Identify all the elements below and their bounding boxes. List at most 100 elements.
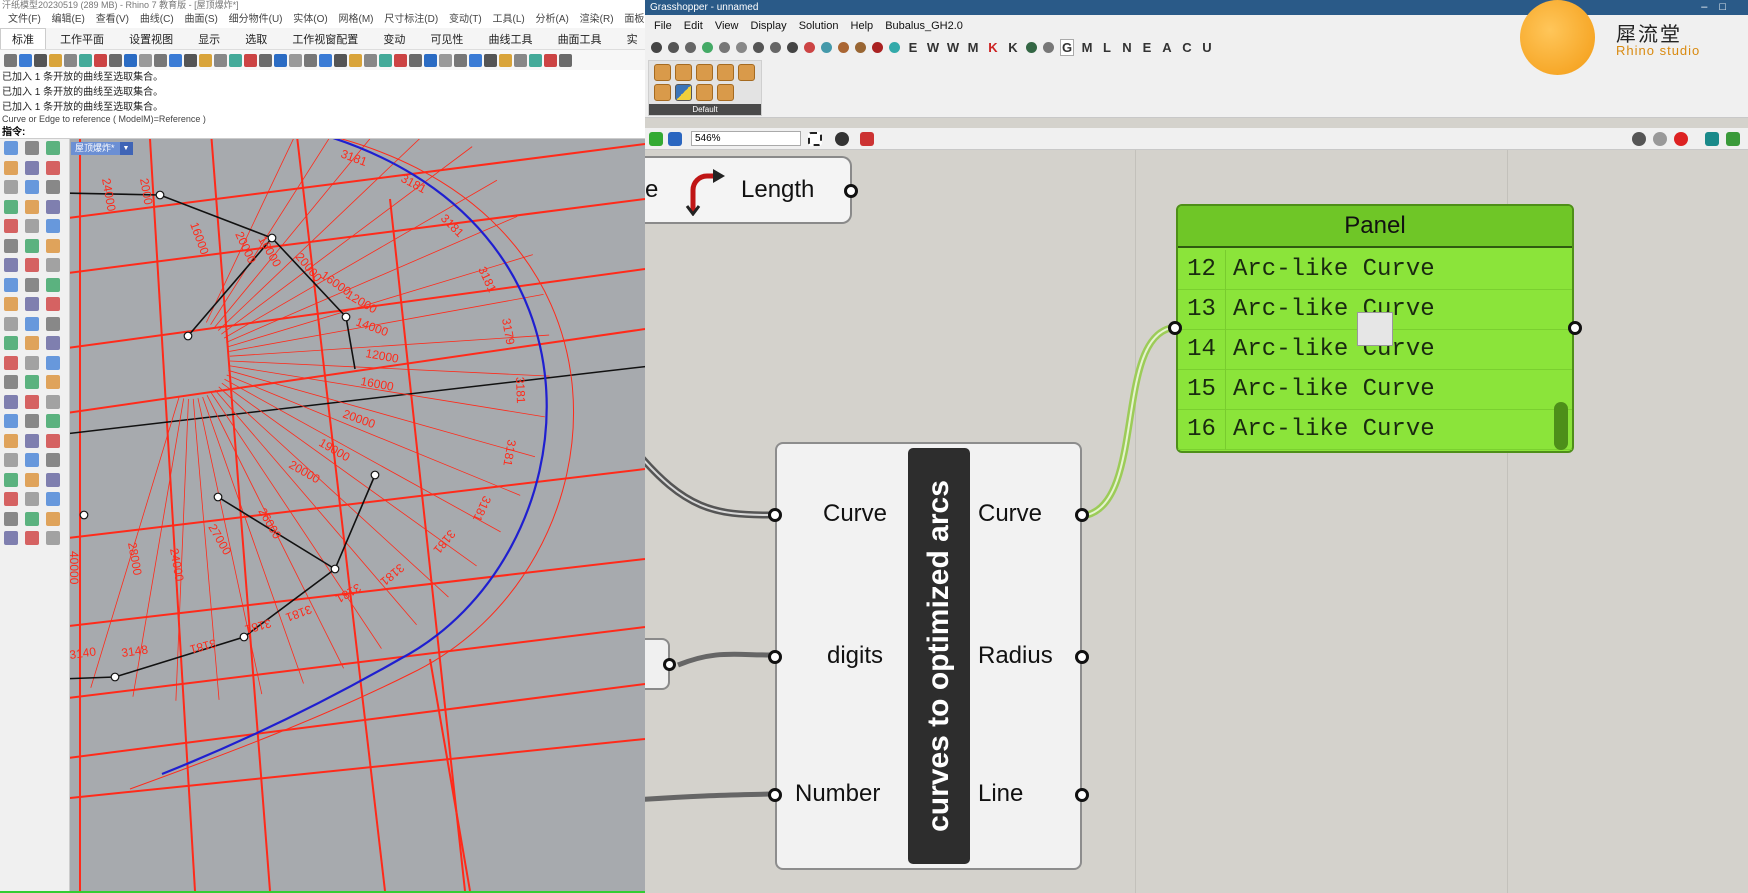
menu-mesh[interactable]: 网格(M) bbox=[339, 11, 374, 28]
sidebar-tool-icon[interactable] bbox=[4, 316, 18, 331]
tab-select[interactable]: 选取 bbox=[234, 29, 278, 49]
component-icon[interactable] bbox=[675, 64, 692, 81]
tab-visibility[interactable]: 可见性 bbox=[419, 29, 474, 49]
sidebar-tool-icon[interactable] bbox=[46, 336, 60, 350]
tab-plugin-icon[interactable] bbox=[1026, 42, 1037, 53]
menu-subd[interactable]: 细分物件(U) bbox=[229, 11, 283, 28]
sidebar-tool-icon[interactable] bbox=[46, 531, 60, 545]
sidebar-tool-icon[interactable] bbox=[4, 277, 18, 292]
tab-letter[interactable]: M bbox=[1080, 40, 1094, 55]
toolbar-tool-icon[interactable] bbox=[379, 53, 392, 67]
gh-menu-help[interactable]: Help bbox=[851, 15, 874, 37]
component-icon[interactable] bbox=[696, 64, 713, 81]
gh-menu-file[interactable]: File bbox=[654, 15, 672, 37]
tab-letter[interactable]: W bbox=[946, 40, 960, 55]
sidebar-tool-icon[interactable] bbox=[25, 492, 39, 506]
sidebar-tool-icon[interactable] bbox=[46, 355, 60, 370]
panel-input-grip[interactable] bbox=[1168, 321, 1182, 335]
sidebar-tool-icon[interactable] bbox=[4, 511, 18, 526]
toolbar-tool-icon[interactable] bbox=[559, 53, 572, 67]
sidebar-tool-icon[interactable] bbox=[46, 160, 60, 175]
sidebar-tool-icon[interactable] bbox=[25, 531, 39, 545]
sidebar-tool-icon[interactable] bbox=[46, 238, 60, 253]
viewport-tab[interactable]: 屋顶爆炸* ▼ bbox=[71, 142, 133, 155]
sidebar-tool-icon[interactable] bbox=[25, 355, 39, 370]
sidebar-tool-icon[interactable] bbox=[4, 472, 18, 487]
tab-curve-tools[interactable]: 曲线工具 bbox=[478, 29, 544, 49]
sidebar-tool-icon[interactable] bbox=[4, 297, 18, 311]
panel-output-grip[interactable] bbox=[1568, 321, 1582, 335]
preview-selected-icon[interactable] bbox=[1726, 132, 1740, 146]
sidebar-tool-icon[interactable] bbox=[25, 141, 39, 155]
toolbar-tool-icon[interactable] bbox=[184, 53, 197, 67]
sidebar-tool-icon[interactable] bbox=[25, 297, 39, 311]
sidebar-tool-icon[interactable] bbox=[25, 160, 39, 175]
menu-file[interactable]: 文件(F) bbox=[8, 11, 41, 28]
output-curve-grip[interactable] bbox=[1075, 508, 1089, 522]
toolbar-tool-icon[interactable] bbox=[94, 53, 107, 67]
tab-letter[interactable]: E bbox=[906, 40, 920, 55]
sidebar-tool-icon[interactable] bbox=[4, 238, 18, 253]
toolbar-tool-icon[interactable] bbox=[304, 53, 317, 67]
component-icon[interactable] bbox=[696, 84, 713, 101]
sidebar-tool-icon[interactable] bbox=[46, 141, 60, 155]
sidebar-tool-icon[interactable] bbox=[25, 394, 39, 409]
gh-menu-edit[interactable]: Edit bbox=[684, 15, 703, 37]
toolbar-tool-icon[interactable] bbox=[154, 53, 167, 67]
sidebar-tool-icon[interactable] bbox=[25, 453, 39, 467]
preview-shaded-icon[interactable] bbox=[1674, 132, 1688, 146]
sidebar-tool-icon[interactable] bbox=[25, 472, 39, 487]
tab-letter[interactable]: A bbox=[1160, 40, 1174, 55]
tab-plugin-icon[interactable] bbox=[872, 42, 883, 53]
tab-viewport-layout[interactable]: 工作视窗配置 bbox=[281, 29, 369, 49]
tab-params-icon[interactable] bbox=[651, 42, 662, 53]
tab-sets-icon[interactable] bbox=[685, 42, 696, 53]
sidebar-tool-icon[interactable] bbox=[4, 492, 18, 506]
sketch-pen-icon[interactable] bbox=[860, 132, 874, 146]
sidebar-tool-icon[interactable] bbox=[46, 277, 60, 292]
sidebar-tool-icon[interactable] bbox=[4, 258, 18, 272]
toolbar-tool-icon[interactable] bbox=[79, 53, 92, 67]
tab-plugin-icon[interactable] bbox=[855, 42, 866, 53]
sidebar-tool-icon[interactable] bbox=[25, 199, 39, 214]
toolbar-tool-icon[interactable] bbox=[214, 53, 227, 67]
tab-letter-selected[interactable]: G bbox=[1060, 39, 1074, 56]
toolbar-tool-icon[interactable] bbox=[109, 53, 122, 67]
sidebar-tool-icon[interactable] bbox=[25, 414, 39, 428]
toolbar-tool-icon[interactable] bbox=[139, 53, 152, 67]
menu-solid[interactable]: 实体(O) bbox=[293, 11, 327, 28]
tab-plugin-icon[interactable] bbox=[889, 42, 900, 53]
toolbar-tool-icon[interactable] bbox=[454, 53, 467, 67]
component-icon[interactable] bbox=[654, 64, 671, 81]
component-icon[interactable] bbox=[654, 84, 671, 101]
sidebar-tool-icon[interactable] bbox=[25, 219, 39, 233]
sidebar-tool-icon[interactable] bbox=[46, 258, 60, 272]
tab-letter[interactable]: K bbox=[1006, 40, 1020, 55]
sidebar-tool-icon[interactable] bbox=[4, 375, 18, 389]
sidebar-tool-icon[interactable] bbox=[25, 258, 39, 272]
input-number-grip[interactable] bbox=[768, 788, 782, 802]
tab-letter[interactable]: K bbox=[986, 40, 1000, 55]
python-icon[interactable] bbox=[675, 84, 692, 101]
toolbar-tool-icon[interactable] bbox=[289, 53, 302, 67]
viewport-menu-arrow-icon[interactable]: ▼ bbox=[119, 142, 133, 155]
eye-icon[interactable] bbox=[835, 132, 849, 146]
sidebar-tool-icon[interactable] bbox=[4, 160, 18, 175]
sidebar-tool-icon[interactable] bbox=[25, 316, 39, 331]
tab-letter[interactable]: W bbox=[926, 40, 940, 55]
sidebar-tool-icon[interactable] bbox=[46, 492, 60, 506]
sidebar-tool-icon[interactable] bbox=[46, 472, 60, 487]
menu-surface[interactable]: 曲面(S) bbox=[184, 11, 217, 28]
tab-curve-icon[interactable] bbox=[719, 42, 730, 53]
tab-mesh-icon[interactable] bbox=[753, 42, 764, 53]
gh-canvas[interactable]: e Length Curve digits Number Curve Radiu… bbox=[645, 150, 1748, 893]
tab-letter[interactable]: M bbox=[966, 40, 980, 55]
toolbar-tool-icon[interactable] bbox=[199, 53, 212, 67]
tab-letter[interactable]: N bbox=[1120, 40, 1134, 55]
sidebar-tool-icon[interactable] bbox=[46, 394, 60, 409]
sidebar-tool-icon[interactable] bbox=[25, 511, 39, 526]
sidebar-tool-icon[interactable] bbox=[46, 297, 60, 311]
tab-standard[interactable]: 标准 bbox=[0, 28, 46, 49]
menu-panels[interactable]: 面板(P) bbox=[624, 11, 645, 28]
component-icon[interactable] bbox=[717, 64, 734, 81]
